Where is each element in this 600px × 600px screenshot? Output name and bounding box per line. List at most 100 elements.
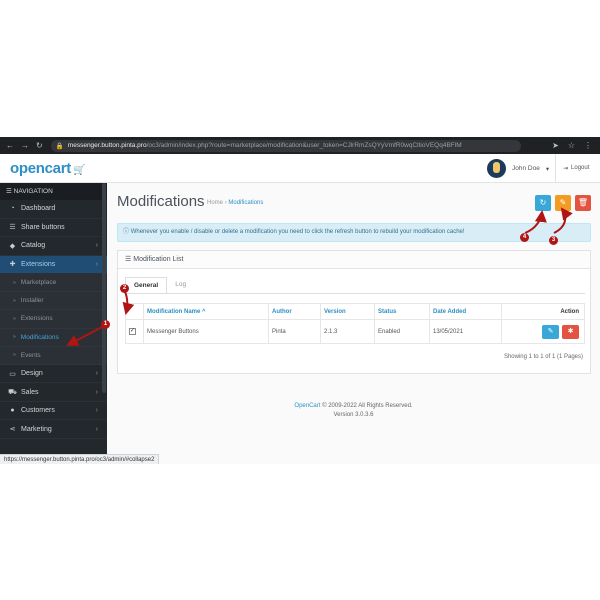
bullet-icon: » (13, 334, 16, 341)
sidebar-subitem-label: Events (20, 351, 41, 359)
disable-button[interactable]: ✱ (562, 324, 579, 339)
cart-icon: 🛒 (72, 165, 86, 176)
navigation-header[interactable]: ☰ NAVIGATION (0, 183, 107, 200)
sidebar-item-marketing[interactable]: ⋖ Marketing › (0, 420, 107, 439)
cart-icon: ⛟ (8, 388, 17, 396)
sidebar-subitem-label: Modifications (20, 333, 59, 341)
sidebar-item-extensions[interactable]: ✚ Extensions › (0, 255, 107, 274)
sidebar-item-catalog[interactable]: ◆ Catalog › (0, 237, 107, 256)
sidebar-scrollbar[interactable] (102, 183, 106, 393)
column-header-author[interactable]: Author (268, 303, 321, 320)
tab-log[interactable]: Log (167, 277, 194, 294)
modification-list-panel: ☰ Modification List General Log Modifica… (117, 250, 591, 374)
info-circle-icon: ⓘ (123, 229, 130, 235)
sidebar-subitem-events[interactable]: » Events (0, 346, 107, 365)
bullet-icon: » (13, 279, 16, 286)
sidebar-subitem-marketplace[interactable]: » Marketplace (0, 274, 107, 293)
dashboard-icon: ◔ (10, 205, 15, 213)
cell-status: Enabled (374, 319, 430, 344)
delete-button[interactable]: 🗑 (575, 195, 591, 211)
footer-version: Version 3.0.3.6 (333, 412, 374, 418)
annotation-marker-3: 3 (549, 236, 558, 245)
tab-divider (125, 293, 585, 294)
table-header-row: Modification Name ^ Author Version Statu… (125, 303, 585, 320)
sidebar-subitem-installer[interactable]: » Installer (0, 292, 107, 311)
sidebar-item-customers[interactable]: ● Customers › (0, 402, 107, 421)
url-path: /oc3/admin/index.php?route=marketplace/m… (146, 142, 462, 149)
logo-text: opencart (10, 160, 71, 177)
browser-bar: ← → ↻ 🔒 messenger.button.pinta.pro/oc3/a… (0, 137, 600, 154)
alert-text: Whenever you enable / disable or delete … (130, 229, 465, 235)
panel-title: Modification List (133, 256, 184, 263)
sidebar-item-label: Sales (21, 388, 39, 396)
sidebar-item-design[interactable]: ▭ Design › (0, 365, 107, 384)
monitor-icon: ▭ (9, 370, 16, 378)
address-bar[interactable]: 🔒 messenger.button.pinta.pro/oc3/admin/i… (50, 139, 521, 152)
column-header-status[interactable]: Status (374, 303, 430, 320)
sidebar-subitem-label: Installer (20, 297, 44, 305)
top-header: opencart 🛒 John Doe ▾ ⇥ Logout (0, 154, 600, 183)
sidebar-item-sales[interactable]: ⛟ Sales › (0, 383, 107, 402)
forward-icon[interactable]: → (21, 141, 29, 150)
breadcrumb-home[interactable]: Home (207, 200, 223, 206)
user-icon: ● (10, 407, 15, 415)
clear-button[interactable]: ✎ (555, 195, 571, 211)
main-content: Modifications Home › Modifications ↻ ✎ 🗑… (107, 183, 600, 464)
footer-link[interactable]: OpenCart (294, 403, 320, 409)
share-icon: ⋖ (9, 426, 16, 434)
sidebar-subitem-modifications[interactable]: » Modifications (0, 328, 107, 347)
row-checkbox[interactable]: ✓ (129, 328, 136, 335)
select-all-header[interactable] (125, 303, 144, 320)
sidebar-subitem-label: Marketplace (20, 279, 57, 287)
row-checkbox-cell: ✓ (125, 319, 144, 344)
opencart-logo[interactable]: opencart 🛒 (10, 160, 85, 177)
sidebar-item-label: Share buttons (21, 223, 65, 231)
refresh-button[interactable]: ↻ (535, 195, 551, 211)
table-row: ✓ Messenger Buttons Pinta 2.1.3 Enabled … (125, 319, 585, 344)
sidebar-item-label: Design (21, 370, 43, 378)
panel-heading: ☰ Modification List (118, 251, 590, 269)
column-header-version[interactable]: Version (320, 303, 375, 320)
sidebar-item-share-buttons[interactable]: ☰ Share buttons (0, 219, 107, 237)
user-menu[interactable]: John Doe ▾ (487, 159, 549, 178)
pagination-info: Showing 1 to 1 of 1 (1 Pages) (503, 354, 583, 360)
send-icon[interactable]: ➤ (552, 141, 559, 150)
bullet-icon: » (13, 315, 16, 322)
footer: OpenCart © 2009-2022 All Rights Reserved… (107, 402, 600, 420)
edit-button[interactable]: ✎ (542, 324, 559, 339)
page-title: Modifications (117, 193, 205, 210)
menu-dots-icon[interactable]: ⋮ (584, 141, 592, 150)
cell-date: 13/05/2021 (429, 319, 502, 344)
sidebar-item-dashboard[interactable]: ◔ Dashboard (0, 200, 107, 219)
sidebar: ☰ NAVIGATION ◔ Dashboard ☰ Share buttons ◆… (0, 183, 107, 464)
chevron-down-icon: › (95, 260, 98, 268)
caret-down-icon: ▾ (545, 165, 550, 173)
cell-name: Messenger Buttons (143, 319, 269, 344)
breadcrumb-current[interactable]: Modifications (228, 200, 263, 206)
sidebar-item-label: Marketing (21, 425, 52, 433)
reload-icon[interactable]: ↻ (36, 141, 43, 150)
cell-version: 2.1.3 (320, 319, 375, 344)
annotation-marker-2: 2 (120, 284, 129, 293)
status-bar-url: https://messenger.button.pinta.pro/oc3/a… (0, 454, 160, 464)
tab-general[interactable]: General (125, 277, 168, 294)
annotation-marker-4: 4 (520, 233, 529, 242)
trash-icon: 🗑 (577, 198, 589, 207)
url-host: messenger.button.pinta.pro (67, 142, 147, 149)
refresh-icon: ↻ (539, 198, 547, 207)
lock-icon: 🔒 (55, 142, 64, 150)
logout-link[interactable]: ⇥ Logout (563, 165, 589, 172)
chevron-right-icon: › (95, 370, 98, 378)
chevron-right-icon: › (95, 388, 98, 396)
app-frame: ← → ↻ 🔒 messenger.button.pinta.pro/oc3/a… (0, 137, 600, 464)
column-header-name[interactable]: Modification Name ^ (143, 303, 269, 320)
tabs: General Log (125, 277, 194, 294)
sidebar-subitem-extensions[interactable]: » Extensions (0, 310, 107, 329)
cell-action: ✎ ✱ (501, 319, 585, 344)
cell-author: Pinta (268, 319, 321, 344)
star-icon[interactable]: ☆ (568, 141, 575, 150)
back-icon[interactable]: ← (6, 141, 14, 150)
navigation-title: NAVIGATION (13, 188, 53, 195)
column-header-date[interactable]: Date Added (429, 303, 502, 320)
sidebar-item-label: Customers (21, 407, 55, 415)
